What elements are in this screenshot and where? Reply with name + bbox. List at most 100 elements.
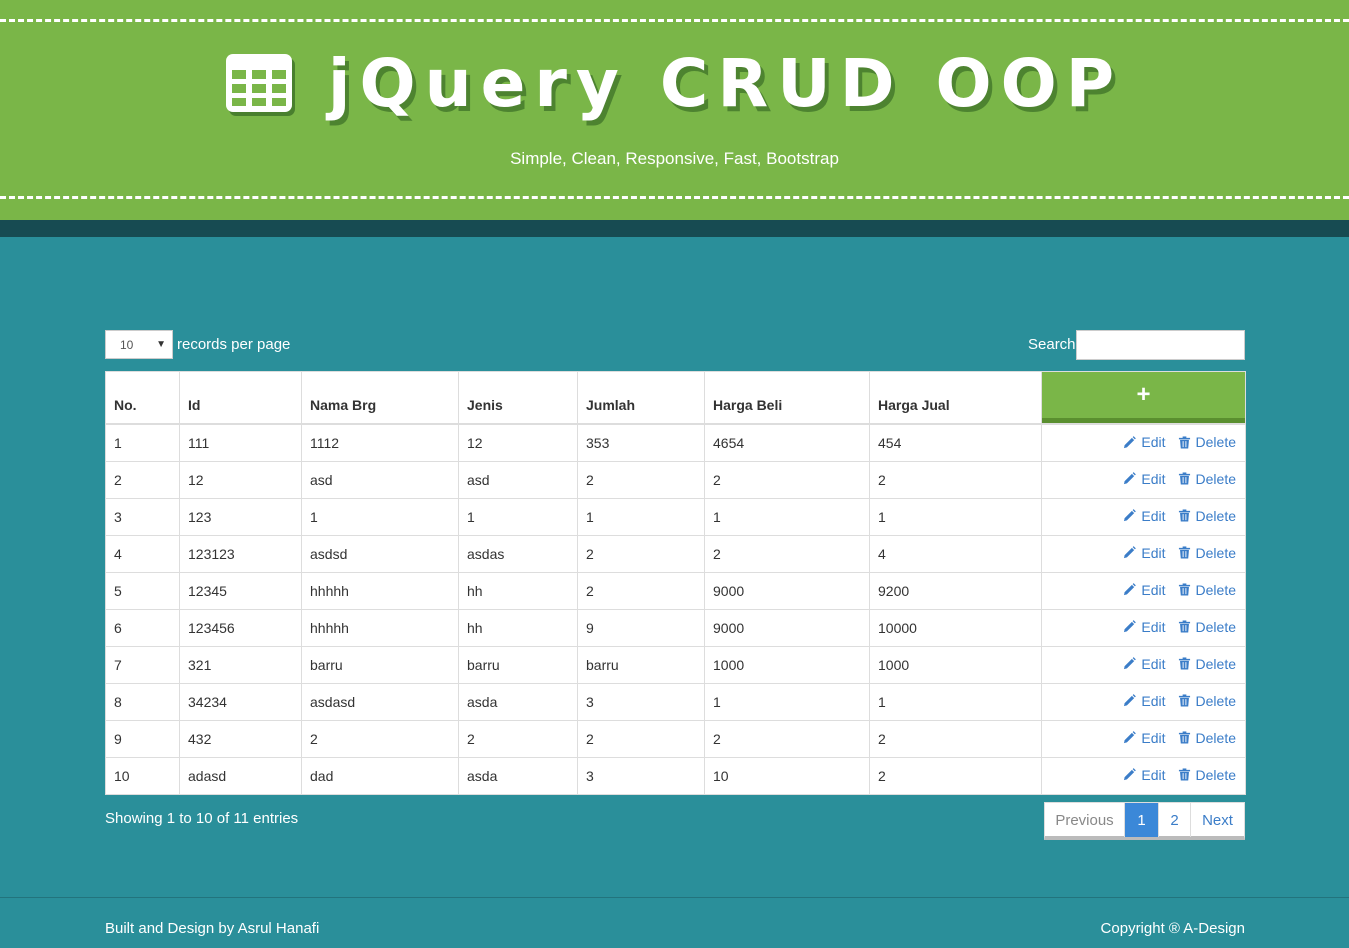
table-cell: 1 xyxy=(869,682,1042,721)
edit-button[interactable]: Edit xyxy=(1123,729,1166,746)
table-row: 5 12345 hhhhh hh 2 9000 9200 Edit Delete xyxy=(105,571,1246,610)
trash-icon xyxy=(1178,435,1190,449)
row-actions: Edit Delete xyxy=(1041,460,1246,499)
delete-label: Delete xyxy=(1195,507,1236,524)
table-cell: 9 xyxy=(105,719,180,758)
pagination-page-2[interactable]: 2 xyxy=(1159,803,1191,837)
add-record-button[interactable]: + xyxy=(1042,372,1245,423)
table-cell: 10 xyxy=(105,756,180,795)
row-actions: Edit Delete xyxy=(1041,571,1246,610)
table-cell: asdasd xyxy=(301,682,459,721)
edit-button[interactable]: Edit xyxy=(1123,693,1166,709)
delete-button[interactable]: Delete xyxy=(1178,471,1236,487)
column-header[interactable]: Jenis xyxy=(458,371,578,425)
column-header[interactable]: Jumlah xyxy=(577,371,705,425)
table-cell: 2 xyxy=(458,719,578,758)
delete-button[interactable]: Delete xyxy=(1178,619,1236,635)
delete-button[interactable]: Delete xyxy=(1178,582,1236,598)
delete-button[interactable]: Delete xyxy=(1178,434,1236,450)
trash-icon xyxy=(1178,620,1190,633)
table-cell: 9 xyxy=(577,608,705,647)
column-header[interactable]: Nama Brg xyxy=(301,371,459,425)
table-cell: asdsd xyxy=(301,534,459,573)
header-band xyxy=(0,220,1349,237)
edit-button[interactable]: Edit xyxy=(1123,434,1166,450)
pencil-icon xyxy=(1124,435,1137,448)
edit-label: Edit xyxy=(1141,507,1166,524)
table-header: No. Id Nama Brg Jenis Jumlah Harga Beli Harga … xyxy=(105,371,1246,425)
table-cell: 2 xyxy=(577,571,705,610)
pagination: Previous 1 2 Next xyxy=(1044,802,1245,840)
table-row: 10 adasd dad asda 3 10 2 Edit Delete xyxy=(105,756,1246,795)
pagination-next[interactable]: Next xyxy=(1191,803,1244,837)
data-table: No. Id Nama Brg Jenis Jumlah Harga Beli Harga … xyxy=(105,371,1246,795)
delete-button[interactable]: Delete xyxy=(1178,545,1236,561)
pencil-icon xyxy=(1124,620,1137,633)
table-cell: 1 xyxy=(458,497,578,536)
pagination-previous[interactable]: Previous xyxy=(1045,803,1125,837)
pencil-icon xyxy=(1124,657,1137,670)
delete-button[interactable]: Delete xyxy=(1178,693,1236,709)
pagination-page-1[interactable]: 1 xyxy=(1125,803,1159,837)
column-header[interactable]: Id xyxy=(179,371,302,425)
footer-credit: Built and Design by Asrul Hanafi xyxy=(105,920,320,937)
edit-button[interactable]: Edit xyxy=(1123,766,1166,783)
delete-button[interactable]: Delete xyxy=(1178,508,1236,524)
delete-button[interactable]: Delete xyxy=(1178,656,1236,672)
pencil-icon xyxy=(1124,509,1137,522)
table-cell: 2 xyxy=(577,719,705,758)
table-cell: 123123 xyxy=(179,534,302,573)
header-dashed-top-border xyxy=(0,19,1349,22)
table-cell: 3 xyxy=(577,682,705,721)
edit-button[interactable]: Edit xyxy=(1123,619,1166,635)
pencil-icon xyxy=(1124,583,1137,596)
trash-icon xyxy=(1178,546,1190,559)
edit-button[interactable]: Edit xyxy=(1123,581,1166,598)
row-actions: Edit Delete xyxy=(1041,719,1246,758)
edit-button[interactable]: Edit xyxy=(1123,470,1166,487)
table-cell: 123 xyxy=(179,497,302,536)
edit-label: Edit xyxy=(1141,729,1166,746)
table-cell: 5 xyxy=(105,571,180,610)
table-cell: 2 xyxy=(704,719,870,758)
table-cell: 3 xyxy=(105,497,180,536)
add-column-header: + xyxy=(1041,371,1246,425)
table-cell: barru xyxy=(301,645,459,684)
header-dashed-bottom-border xyxy=(0,196,1349,199)
search-label: Search: xyxy=(1028,336,1080,353)
column-header[interactable]: Harga Beli xyxy=(704,371,870,425)
table-cell: 2 xyxy=(301,719,459,758)
page-header: jQuery CRUD OOP Simple, Clean, Responsiv… xyxy=(0,0,1349,220)
pencil-icon xyxy=(1124,731,1137,744)
table-cell: 2 xyxy=(577,460,705,499)
delete-label: Delete xyxy=(1195,692,1236,709)
records-per-page-value: 10 xyxy=(120,338,134,352)
table-cell: asd xyxy=(301,460,459,499)
delete-button[interactable]: Delete xyxy=(1178,767,1236,783)
search-input[interactable] xyxy=(1076,330,1245,360)
column-header[interactable]: Harga Jual xyxy=(869,371,1042,425)
table-row: 9 432 2 2 2 2 2 Edit Delete xyxy=(105,719,1246,758)
table-cell: 12345 xyxy=(179,571,302,610)
delete-label: Delete xyxy=(1195,470,1236,487)
edit-button[interactable]: Edit xyxy=(1123,656,1166,672)
edit-label: Edit xyxy=(1141,581,1166,598)
table-cell: 353 xyxy=(577,423,705,462)
trash-icon xyxy=(1178,731,1190,744)
table-cell: 10000 xyxy=(869,608,1042,647)
table-cell: 8 xyxy=(105,682,180,721)
trash-icon xyxy=(1178,694,1190,707)
trash-icon xyxy=(1178,472,1190,485)
delete-label: Delete xyxy=(1195,729,1236,746)
row-actions: Edit Delete xyxy=(1041,682,1246,721)
row-actions: Edit Delete xyxy=(1041,608,1246,647)
edit-label: Edit xyxy=(1141,470,1166,487)
edit-button[interactable]: Edit xyxy=(1123,507,1166,524)
delete-button[interactable]: Delete xyxy=(1178,730,1236,746)
edit-label: Edit xyxy=(1141,766,1166,783)
records-per-page-select[interactable]: 10 ▼ xyxy=(105,330,173,359)
edit-button[interactable]: Edit xyxy=(1123,545,1166,561)
table-cell: 9000 xyxy=(704,608,870,647)
column-header[interactable]: No. xyxy=(105,371,180,425)
delete-label: Delete xyxy=(1195,434,1236,450)
